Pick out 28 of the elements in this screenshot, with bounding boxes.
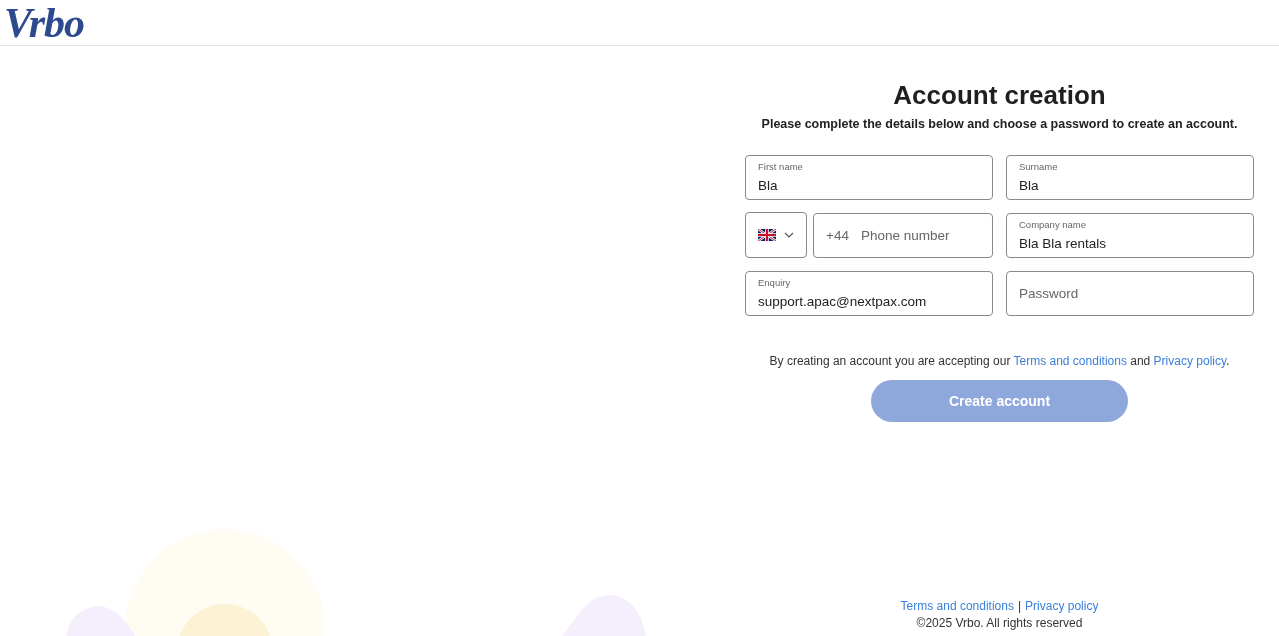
- copyright-text: ©2025 Vrbo. All rights reserved: [915, 615, 1084, 632]
- password-field[interactable]: Password: [1006, 271, 1254, 316]
- field-label: Company name: [1019, 219, 1088, 231]
- chevron-down-icon: [784, 232, 794, 238]
- field-value: Bla: [758, 178, 779, 194]
- field-value: Bla Bla rentals: [1019, 236, 1108, 252]
- form-subtitle: Please complete the details below and choose a password to create an account.: [761, 117, 1238, 131]
- field-value: support.apac@nextpax.com: [758, 294, 928, 310]
- input-field[interactable]: Company name Bla Bla rentals: [1006, 213, 1254, 258]
- page-title: Account creation: [893, 79, 1106, 111]
- field-value: Bla: [1019, 178, 1040, 194]
- logo[interactable]: Vrbo: [4, 2, 85, 43]
- input-field[interactable]: First name Bla: [745, 155, 993, 200]
- terms-link[interactable]: Terms and conditions: [1013, 354, 1127, 368]
- field-label: First name: [758, 161, 804, 173]
- field-label: Surname: [1019, 161, 1059, 173]
- input-field[interactable]: Enquiry support.apac@nextpax.com: [745, 271, 993, 316]
- field-placeholder: Phone number: [860, 228, 950, 243]
- separator: |: [1017, 598, 1022, 615]
- footer-link[interactable]: Privacy policy: [1025, 598, 1099, 615]
- country-select[interactable]: [745, 212, 807, 258]
- phone-prefix: +44: [826, 228, 849, 243]
- consent-text: By creating an account you are accepting our Terms and conditions and Privacy policy.: [769, 354, 1230, 368]
- footer-link[interactable]: Terms and conditions: [900, 598, 1014, 615]
- field-label: Enquiry: [758, 277, 792, 289]
- flag-icon: [758, 229, 776, 241]
- phone-field[interactable]: +44 Phone number: [813, 213, 993, 258]
- input-field[interactable]: Surname Bla: [1006, 155, 1254, 200]
